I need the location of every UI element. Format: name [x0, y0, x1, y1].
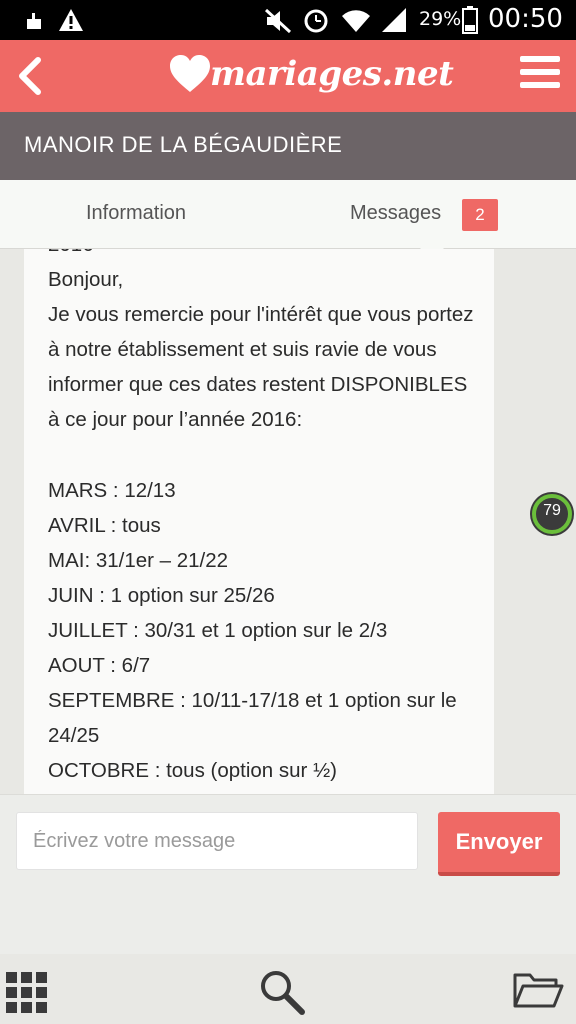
warning-icon — [59, 9, 83, 31]
messages-count-badge: 2 — [462, 199, 498, 231]
send-button[interactable]: Envoyer — [438, 812, 560, 876]
tab-messages[interactable]: Messages — [350, 202, 441, 225]
message-body: 2016 Bonjour, Je vous remercie pour l'in… — [48, 249, 474, 783]
message-card: 2016 Bonjour, Je vous remercie pour l'in… — [24, 249, 494, 794]
alarm-icon — [304, 9, 328, 33]
status-bar: 29% 00:50 — [0, 0, 576, 40]
message-input[interactable] — [16, 812, 418, 870]
compose-bar: Envoyer — [0, 794, 576, 955]
folder-icon[interactable] — [512, 970, 564, 1010]
app-header: mariages.net — [0, 40, 576, 112]
battery-icon — [462, 6, 478, 34]
floating-counter: 79 — [543, 502, 561, 519]
logo[interactable]: mariages.net — [168, 48, 454, 104]
bottom-nav — [0, 954, 576, 1024]
cleaner-icon — [27, 13, 41, 29]
mute-icon — [264, 8, 292, 34]
wifi-icon — [342, 10, 370, 32]
battery-percent: 29% — [419, 8, 462, 30]
logo-text: mariages.net — [210, 54, 454, 94]
venue-title: MANOIR DE LA BÉGAUDIÈRE — [24, 132, 343, 157]
tab-information[interactable]: Information — [86, 202, 186, 225]
heart-icon — [170, 55, 210, 92]
grid-icon[interactable] — [6, 972, 48, 1014]
hamburger-menu-icon[interactable] — [520, 54, 560, 90]
back-icon[interactable] — [14, 54, 46, 98]
venue-title-bar: MANOIR DE LA BÉGAUDIÈRE — [0, 112, 576, 180]
search-icon[interactable] — [258, 968, 306, 1016]
clock: 00:50 — [488, 4, 563, 34]
signal-icon — [382, 8, 406, 32]
